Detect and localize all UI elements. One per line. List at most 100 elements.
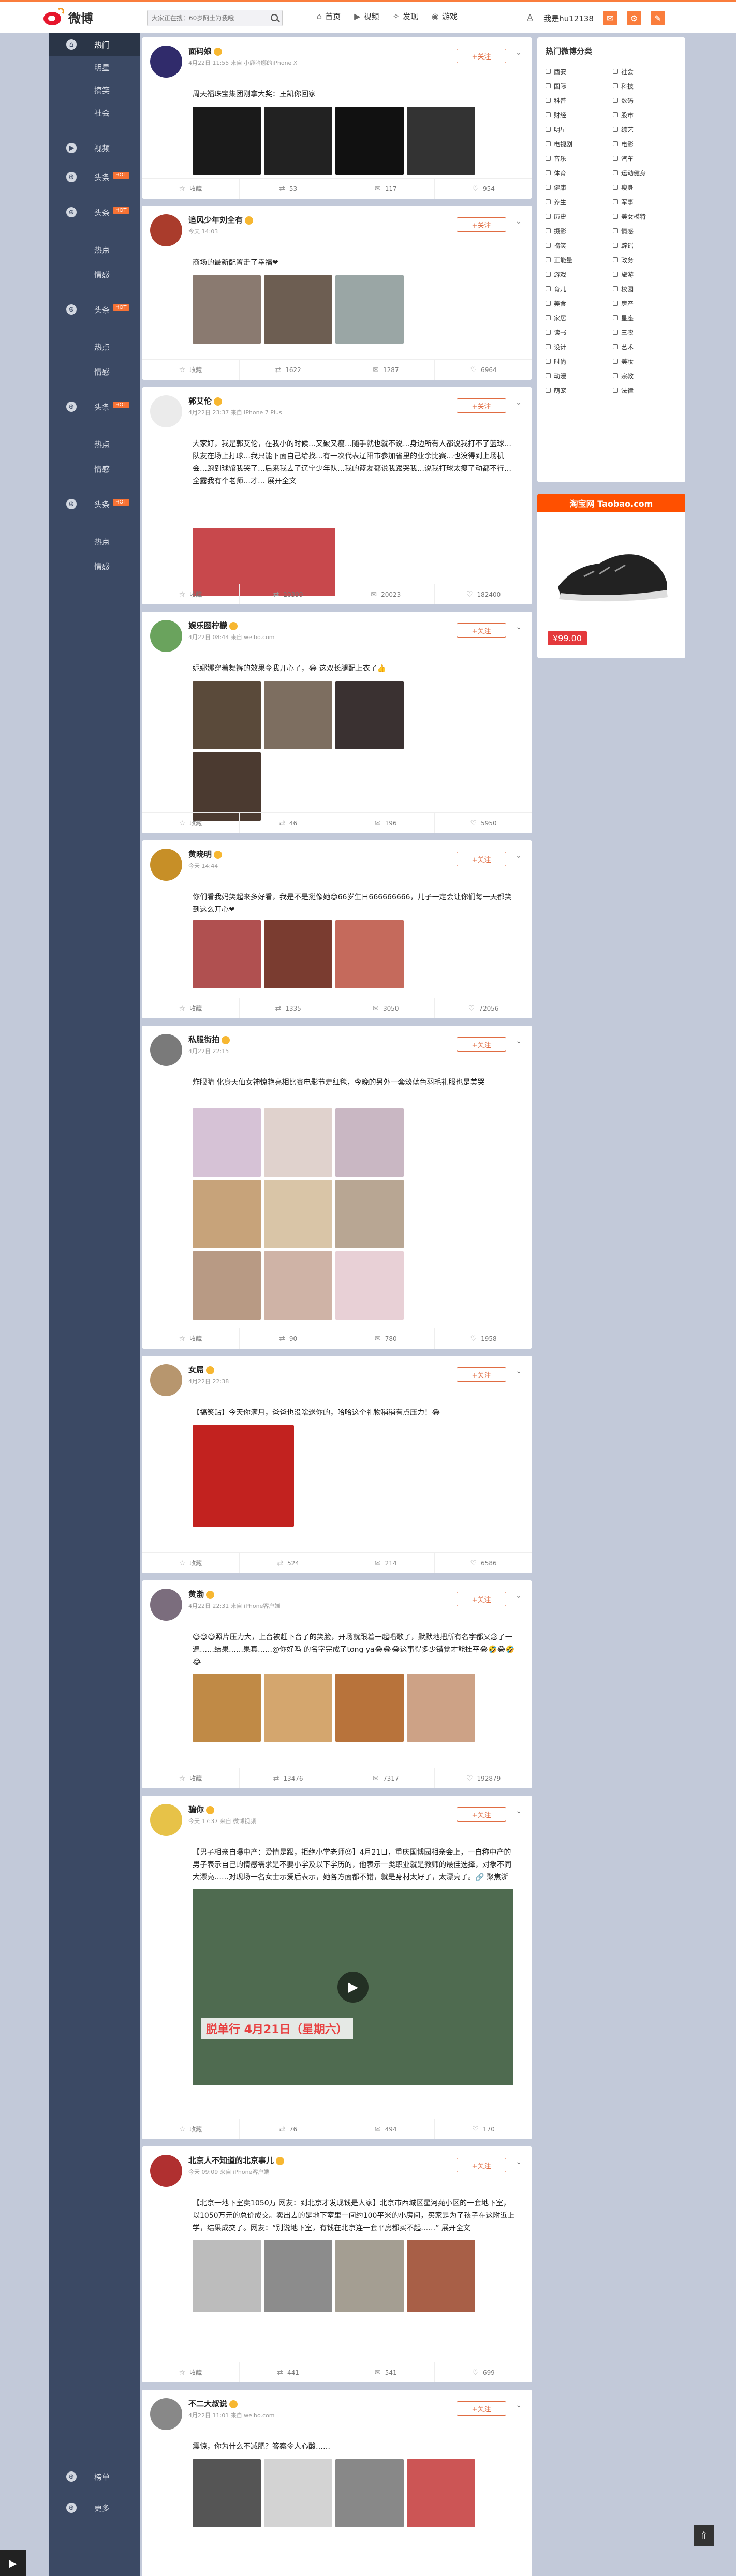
- hot-category-item[interactable]: 瘦身: [613, 182, 680, 193]
- hot-category-item[interactable]: 摄影: [546, 226, 613, 236]
- repost-button[interactable]: ⇄ 90: [240, 1328, 337, 1349]
- post-image[interactable]: [193, 752, 261, 821]
- post-image[interactable]: [193, 920, 261, 988]
- post-image[interactable]: [335, 1180, 404, 1248]
- left-nav-item[interactable]: 热点: [49, 335, 140, 358]
- hot-category-item[interactable]: 历史: [546, 211, 613, 221]
- post-image[interactable]: [193, 275, 261, 344]
- avatar[interactable]: [150, 214, 182, 246]
- chevron-down-icon[interactable]: ⌄: [516, 49, 522, 57]
- favorite-button[interactable]: ☆ 收藏: [142, 584, 240, 604]
- left-nav-item[interactable]: ⊕ 头条 HOT: [49, 493, 140, 515]
- comment-button[interactable]: ✉ 1287: [337, 360, 435, 380]
- favorite-button[interactable]: ☆ 收藏: [142, 179, 240, 199]
- comment-button[interactable]: ✉ 117: [337, 179, 435, 199]
- hot-category-item[interactable]: 辟谣: [613, 240, 680, 250]
- hot-category-item[interactable]: 法律: [613, 385, 680, 395]
- back-to-top-icon[interactable]: ⇧: [694, 2525, 714, 2546]
- author-name[interactable]: 私服街拍: [188, 1034, 230, 1045]
- avatar[interactable]: [150, 395, 182, 427]
- favorite-button[interactable]: ☆ 收藏: [142, 1553, 240, 1573]
- hot-category-item[interactable]: 体育: [546, 168, 613, 178]
- follow-button[interactable]: +关注: [457, 398, 506, 413]
- hot-category-item[interactable]: 美妆: [613, 356, 680, 366]
- left-nav-item[interactable]: 热点: [49, 433, 140, 455]
- chevron-down-icon[interactable]: ⌄: [516, 217, 522, 226]
- left-nav-bottom-item[interactable]: ⊕ 更多: [49, 2496, 140, 2519]
- post-image[interactable]: [264, 920, 332, 988]
- favorite-button[interactable]: ☆ 收藏: [142, 360, 240, 380]
- post-image[interactable]: [264, 2459, 332, 2527]
- post-image[interactable]: [407, 1674, 475, 1742]
- repost-button[interactable]: ⇄ 524: [240, 1553, 337, 1573]
- post-image[interactable]: [335, 1108, 404, 1177]
- post-image[interactable]: [193, 681, 261, 749]
- compose-icon[interactable]: ✎: [650, 11, 665, 25]
- post-image[interactable]: [335, 107, 404, 175]
- like-button[interactable]: ♡ 954: [435, 179, 532, 199]
- left-nav-item[interactable]: 情感: [49, 360, 140, 383]
- follow-button[interactable]: +关注: [457, 1367, 506, 1382]
- author-name[interactable]: 黄晓明: [188, 849, 223, 860]
- repost-button[interactable]: ⇄ 441: [240, 2362, 337, 2382]
- post-image[interactable]: [407, 2459, 475, 2527]
- hot-category-item[interactable]: 科技: [613, 81, 680, 91]
- like-button[interactable]: ♡ 699: [435, 2362, 532, 2382]
- follow-button[interactable]: +关注: [457, 623, 506, 638]
- hot-category-item[interactable]: 美女模特: [613, 211, 680, 221]
- post-image[interactable]: [335, 681, 404, 749]
- post-image[interactable]: [193, 107, 261, 175]
- hot-category-item[interactable]: 游戏: [546, 269, 613, 279]
- post-image[interactable]: [335, 275, 404, 344]
- repost-button[interactable]: ⇄ 53: [240, 179, 337, 199]
- hot-category-item[interactable]: 音乐: [546, 153, 613, 164]
- follow-button[interactable]: +关注: [457, 852, 506, 866]
- favorite-button[interactable]: ☆ 收藏: [142, 998, 240, 1018]
- hot-category-item[interactable]: 西安: [546, 66, 613, 77]
- hot-category-item[interactable]: 社会: [613, 66, 680, 77]
- hot-category-item[interactable]: 家居: [546, 313, 613, 323]
- comment-button[interactable]: ✉ 780: [337, 1328, 435, 1349]
- chevron-down-icon[interactable]: ⌄: [516, 398, 522, 407]
- author-name[interactable]: 娱乐圈柠檬: [188, 620, 275, 631]
- hot-category-item[interactable]: 明星: [546, 124, 613, 135]
- avatar[interactable]: [150, 849, 182, 881]
- left-nav-item[interactable]: 搞笑: [49, 79, 140, 101]
- comment-button[interactable]: ✉ 7317: [337, 1768, 435, 1788]
- repost-button[interactable]: ⇄ 20399: [240, 584, 337, 604]
- weibo-logo[interactable]: 微博: [41, 8, 93, 26]
- hot-category-item[interactable]: 艺术: [613, 342, 680, 352]
- post-image[interactable]: [335, 920, 404, 988]
- post-image[interactable]: [264, 1108, 332, 1177]
- like-button[interactable]: ♡ 182400: [435, 584, 532, 604]
- post-image[interactable]: [335, 1251, 404, 1320]
- repost-button[interactable]: ⇄ 1622: [240, 360, 337, 380]
- post-image[interactable]: [264, 681, 332, 749]
- post-image[interactable]: [264, 1180, 332, 1248]
- like-button[interactable]: ♡ 5950: [435, 813, 532, 833]
- author-name[interactable]: 追风少年刘全有: [188, 214, 254, 225]
- username[interactable]: 我是hu12138: [543, 13, 594, 24]
- author-name[interactable]: 女屌: [188, 1364, 229, 1375]
- post-image[interactable]: [193, 1251, 261, 1320]
- hot-category-item[interactable]: 国际: [546, 81, 613, 91]
- left-nav-item[interactable]: 明星: [49, 56, 140, 79]
- avatar[interactable]: [150, 1589, 182, 1621]
- nav-home[interactable]: ⌂ 首页: [317, 11, 341, 22]
- left-nav-item[interactable]: 情感: [49, 555, 140, 578]
- video-play-icon[interactable]: ▶: [337, 1972, 369, 2003]
- left-nav-item[interactable]: ⌂ 热门: [49, 33, 140, 56]
- comment-button[interactable]: ✉ 541: [337, 2362, 435, 2382]
- like-button[interactable]: ♡ 6964: [435, 360, 532, 380]
- hot-category-item[interactable]: 情感: [613, 226, 680, 236]
- post-image[interactable]: [407, 2240, 475, 2312]
- comment-button[interactable]: ✉ 196: [337, 813, 435, 833]
- hot-category-item[interactable]: 综艺: [613, 124, 680, 135]
- repost-button[interactable]: ⇄ 76: [240, 2119, 337, 2139]
- left-nav-item[interactable]: ⊕ 头条 HOT: [49, 395, 140, 418]
- hot-category-item[interactable]: 健康: [546, 182, 613, 193]
- author-name[interactable]: 郭艾伦: [188, 395, 282, 406]
- hot-category-item[interactable]: 电视剧: [546, 139, 613, 149]
- post-image[interactable]: [193, 1180, 261, 1248]
- comment-button[interactable]: ✉ 214: [337, 1553, 435, 1573]
